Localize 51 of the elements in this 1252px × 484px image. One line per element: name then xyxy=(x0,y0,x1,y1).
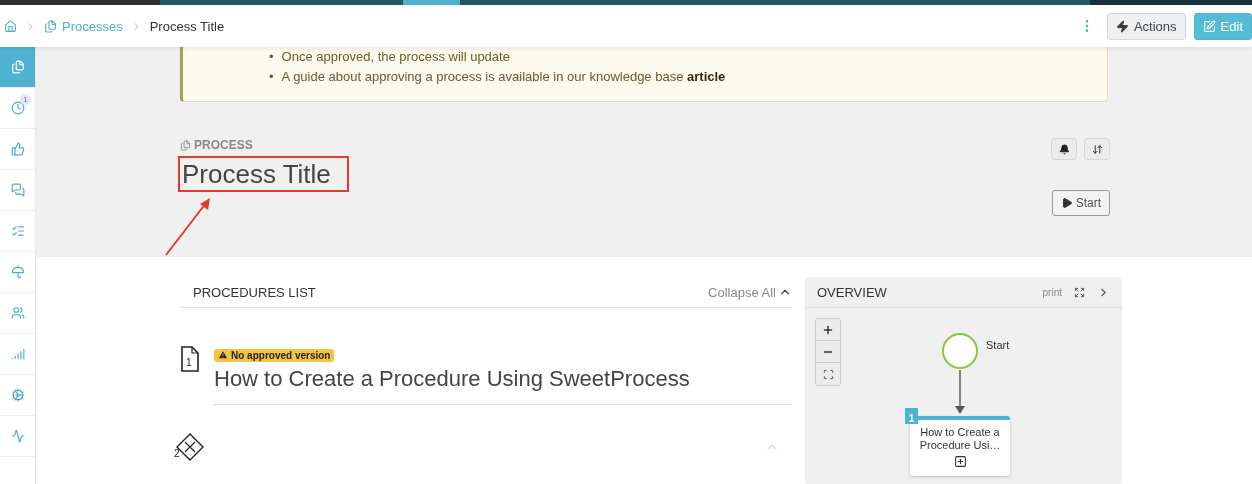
sidebar-item[interactable] xyxy=(0,47,35,88)
wave-icon xyxy=(10,429,25,443)
files-icon xyxy=(180,139,191,151)
sort-button[interactable] xyxy=(1084,138,1110,160)
bell-icon xyxy=(1058,143,1070,155)
start-node[interactable] xyxy=(942,333,978,369)
people-icon xyxy=(10,306,25,320)
node-title: How to Create a Procedure Usi… xyxy=(918,426,1002,452)
notice-text: A guide about approving a process is available in our knowledge base article xyxy=(281,68,726,86)
bullet-mark: • xyxy=(269,68,274,86)
plus-icon xyxy=(822,323,834,336)
document-icon: 1 xyxy=(180,346,200,372)
panel-title: OVERVIEW xyxy=(817,284,888,300)
annotation-arrow xyxy=(165,198,210,256)
process-title: Process Title xyxy=(182,159,331,189)
node-number: 1 xyxy=(905,408,918,424)
play-icon xyxy=(1060,197,1073,209)
start-label: Start xyxy=(986,339,1010,351)
warning-badge: No approved version xyxy=(214,348,335,362)
files-icon xyxy=(44,19,57,33)
bars-icon xyxy=(10,347,25,361)
bullet-mark: • xyxy=(269,48,274,66)
count-badge: 1 xyxy=(20,94,31,105)
checklist-icon xyxy=(10,224,25,238)
start-button[interactable]: Start xyxy=(1051,190,1110,216)
actions-button[interactable]: Actions xyxy=(1106,12,1186,40)
article-link[interactable]: article xyxy=(687,69,726,84)
clock-icon xyxy=(10,101,25,115)
type-label: PROCESS xyxy=(180,138,349,152)
sort-icon xyxy=(1091,143,1103,155)
files-icon xyxy=(10,60,25,74)
procedure-title[interactable]: How to Create a Procedure Using SweetProcess xyxy=(214,366,792,392)
thumbs-up-icon xyxy=(10,142,25,156)
fit-icon xyxy=(822,368,834,380)
chat-icon xyxy=(10,183,25,197)
bell-button[interactable] xyxy=(1051,138,1077,160)
sidebar-item[interactable]: 1 xyxy=(0,88,35,129)
expand-icon[interactable] xyxy=(1074,286,1085,298)
settings-icon xyxy=(10,388,25,402)
warning-icon xyxy=(218,350,228,360)
collapse-all-link[interactable]: Collapse All xyxy=(708,284,792,300)
home-icon[interactable] xyxy=(4,19,17,33)
umbrella-icon xyxy=(10,265,25,279)
list-title: PROCEDURES LIST xyxy=(193,284,316,300)
lightning-icon xyxy=(1115,19,1129,33)
edit-icon xyxy=(1202,19,1216,33)
decision-icon: 2 xyxy=(174,433,204,461)
notice-text: Once approved, the process will update xyxy=(281,48,510,66)
current-page-title: Process Title xyxy=(149,18,225,34)
connector-arrow xyxy=(955,370,965,414)
expand-node-icon[interactable] xyxy=(953,455,967,468)
